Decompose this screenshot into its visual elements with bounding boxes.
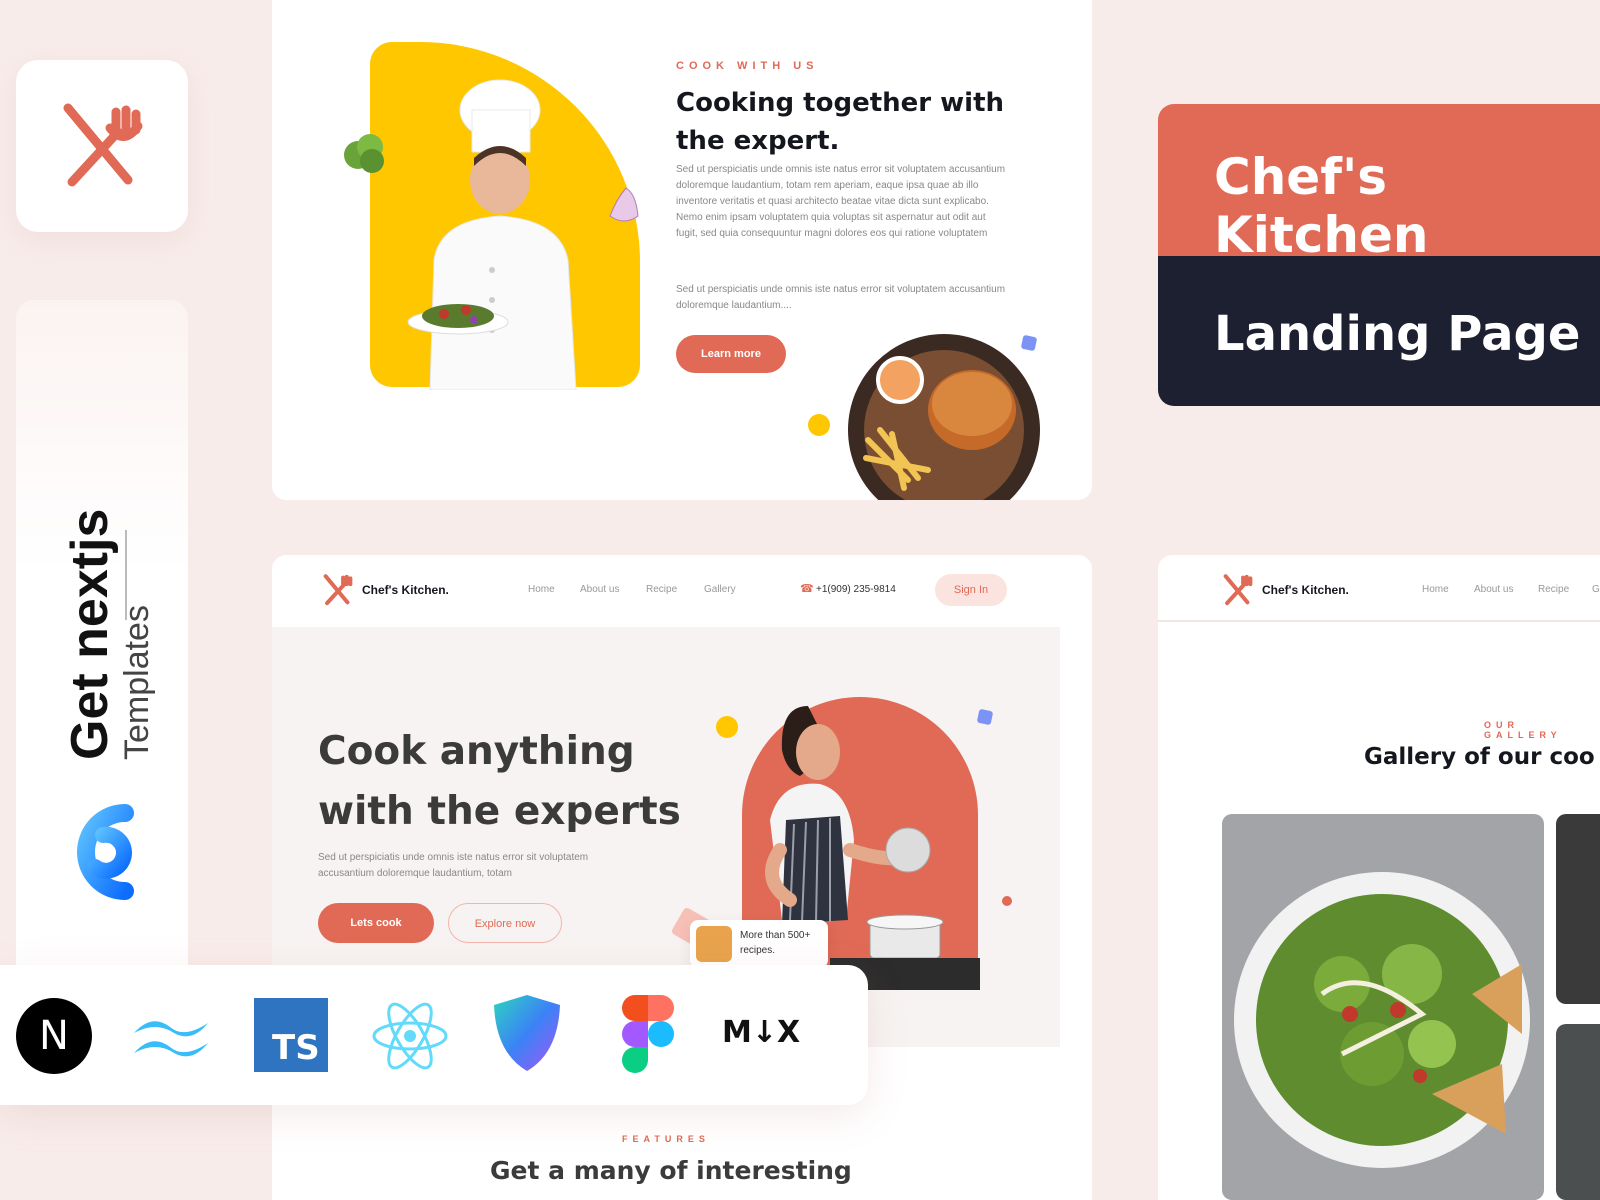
hero-heading-line1: Cooking together with <box>676 88 1005 118</box>
hero-heading-line2: the expert. <box>676 126 840 156</box>
react-icon <box>372 1001 448 1076</box>
brand-divider <box>125 530 127 620</box>
nav-link-home[interactable]: Home <box>528 584 555 595</box>
brand-logo-icon <box>55 795 149 914</box>
features-eyebrow: FEATURES <box>622 1134 710 1144</box>
typescript-icon: TS <box>254 998 328 1072</box>
burger-plate-image <box>848 334 1040 500</box>
decor-dot <box>808 414 830 436</box>
onion-icon <box>609 187 639 222</box>
nav-link-recipe[interactable]: Recipe <box>646 584 677 595</box>
gallery-photo-2[interactable] <box>1556 814 1600 1004</box>
lets-cook-button[interactable]: Lets cook <box>318 903 434 943</box>
phone-icon: ☎ <box>800 583 814 595</box>
nav-divider <box>1158 620 1600 622</box>
salad-image <box>1234 872 1530 1168</box>
figma-icon <box>622 995 674 1078</box>
recipes-badge: More than 500+ recipes. <box>690 920 828 968</box>
landing-heading: Cook anything with the experts <box>318 722 681 842</box>
gallery-photo-3[interactable] <box>1556 1024 1600 1200</box>
recipe-thumb-icon <box>696 926 732 962</box>
decor-square <box>1020 334 1038 352</box>
features-heading: Get a many of interesting <box>490 1156 852 1185</box>
gallery-nav-home[interactable]: Home <box>1422 584 1449 595</box>
gallery-nav-gallery[interactable]: G <box>1592 584 1600 595</box>
app-icon-tile <box>16 60 188 232</box>
explore-now-button[interactable]: Explore now <box>448 903 562 943</box>
shield-icon <box>492 993 562 1078</box>
lettuce-icon <box>344 134 384 173</box>
gallery-nav-logo-text[interactable]: Chef's Kitchen. <box>1262 583 1349 597</box>
decor-square <box>976 708 994 726</box>
landing-heading-line1: Cook anything <box>318 729 635 774</box>
mdx-label: M↓X <box>722 1015 801 1050</box>
cutlery-icon <box>63 103 143 187</box>
hero-eyebrow: COOK WITH US <box>676 60 819 72</box>
brand-sub-text: Templates <box>118 605 156 760</box>
nav-logo-icon <box>1223 574 1253 606</box>
brand-main-text: Get nextjs <box>61 508 119 760</box>
hero-heading: Cooking together with the expert. <box>676 84 1004 160</box>
decor-dot <box>1002 896 1012 906</box>
recipes-badge-text: More than 500+ recipes. <box>740 930 811 956</box>
landing-paragraph: Sed ut perspiciatis unde omnis iste natu… <box>318 852 589 879</box>
tailwind-icon <box>132 1013 210 1066</box>
tech-stack-strip: N TS M↓X <box>0 965 868 1105</box>
gallery-photo-salad[interactable] <box>1222 814 1544 1200</box>
nextjs-icon: N <box>16 998 92 1074</box>
title-block-top: Chef's Kitchen <box>1158 104 1600 264</box>
title-block-bottom: Landing Page <box>1158 256 1600 406</box>
nav-logo-text[interactable]: Chef's Kitchen. <box>362 583 449 597</box>
decor-dot <box>716 716 738 738</box>
gallery-heading: Gallery of our coo <box>1364 744 1595 770</box>
hero-paragraph-2: Sed ut perspiciatis unde omnis iste natu… <box>676 284 1006 311</box>
mdx-icon: M↓X <box>722 1015 800 1050</box>
nav-phone[interactable]: +1(909) 235-9814 <box>816 584 896 595</box>
sign-in-button[interactable]: Sign In <box>935 574 1007 606</box>
hero-paragraph-1: Sed ut perspiciatis unde omnis iste natu… <box>676 164 1006 239</box>
nav-link-about[interactable]: About us <box>580 584 619 595</box>
landing-heading-line2: with the experts <box>318 789 681 834</box>
gallery-nav-recipe[interactable]: Recipe <box>1538 584 1569 595</box>
typescript-label: TS <box>254 998 328 1072</box>
nav-link-gallery[interactable]: Gallery <box>704 584 736 595</box>
nextjs-letter: N <box>16 998 92 1074</box>
nav-logo-icon <box>323 574 353 606</box>
learn-more-button[interactable]: Learn more <box>676 335 786 373</box>
gallery-eyebrow: OUR GALLERY <box>1484 720 1562 740</box>
chef-image <box>407 79 577 390</box>
gallery-nav-about[interactable]: About us <box>1474 584 1513 595</box>
brand-wordmark: Get nextjs Templates <box>30 509 230 780</box>
